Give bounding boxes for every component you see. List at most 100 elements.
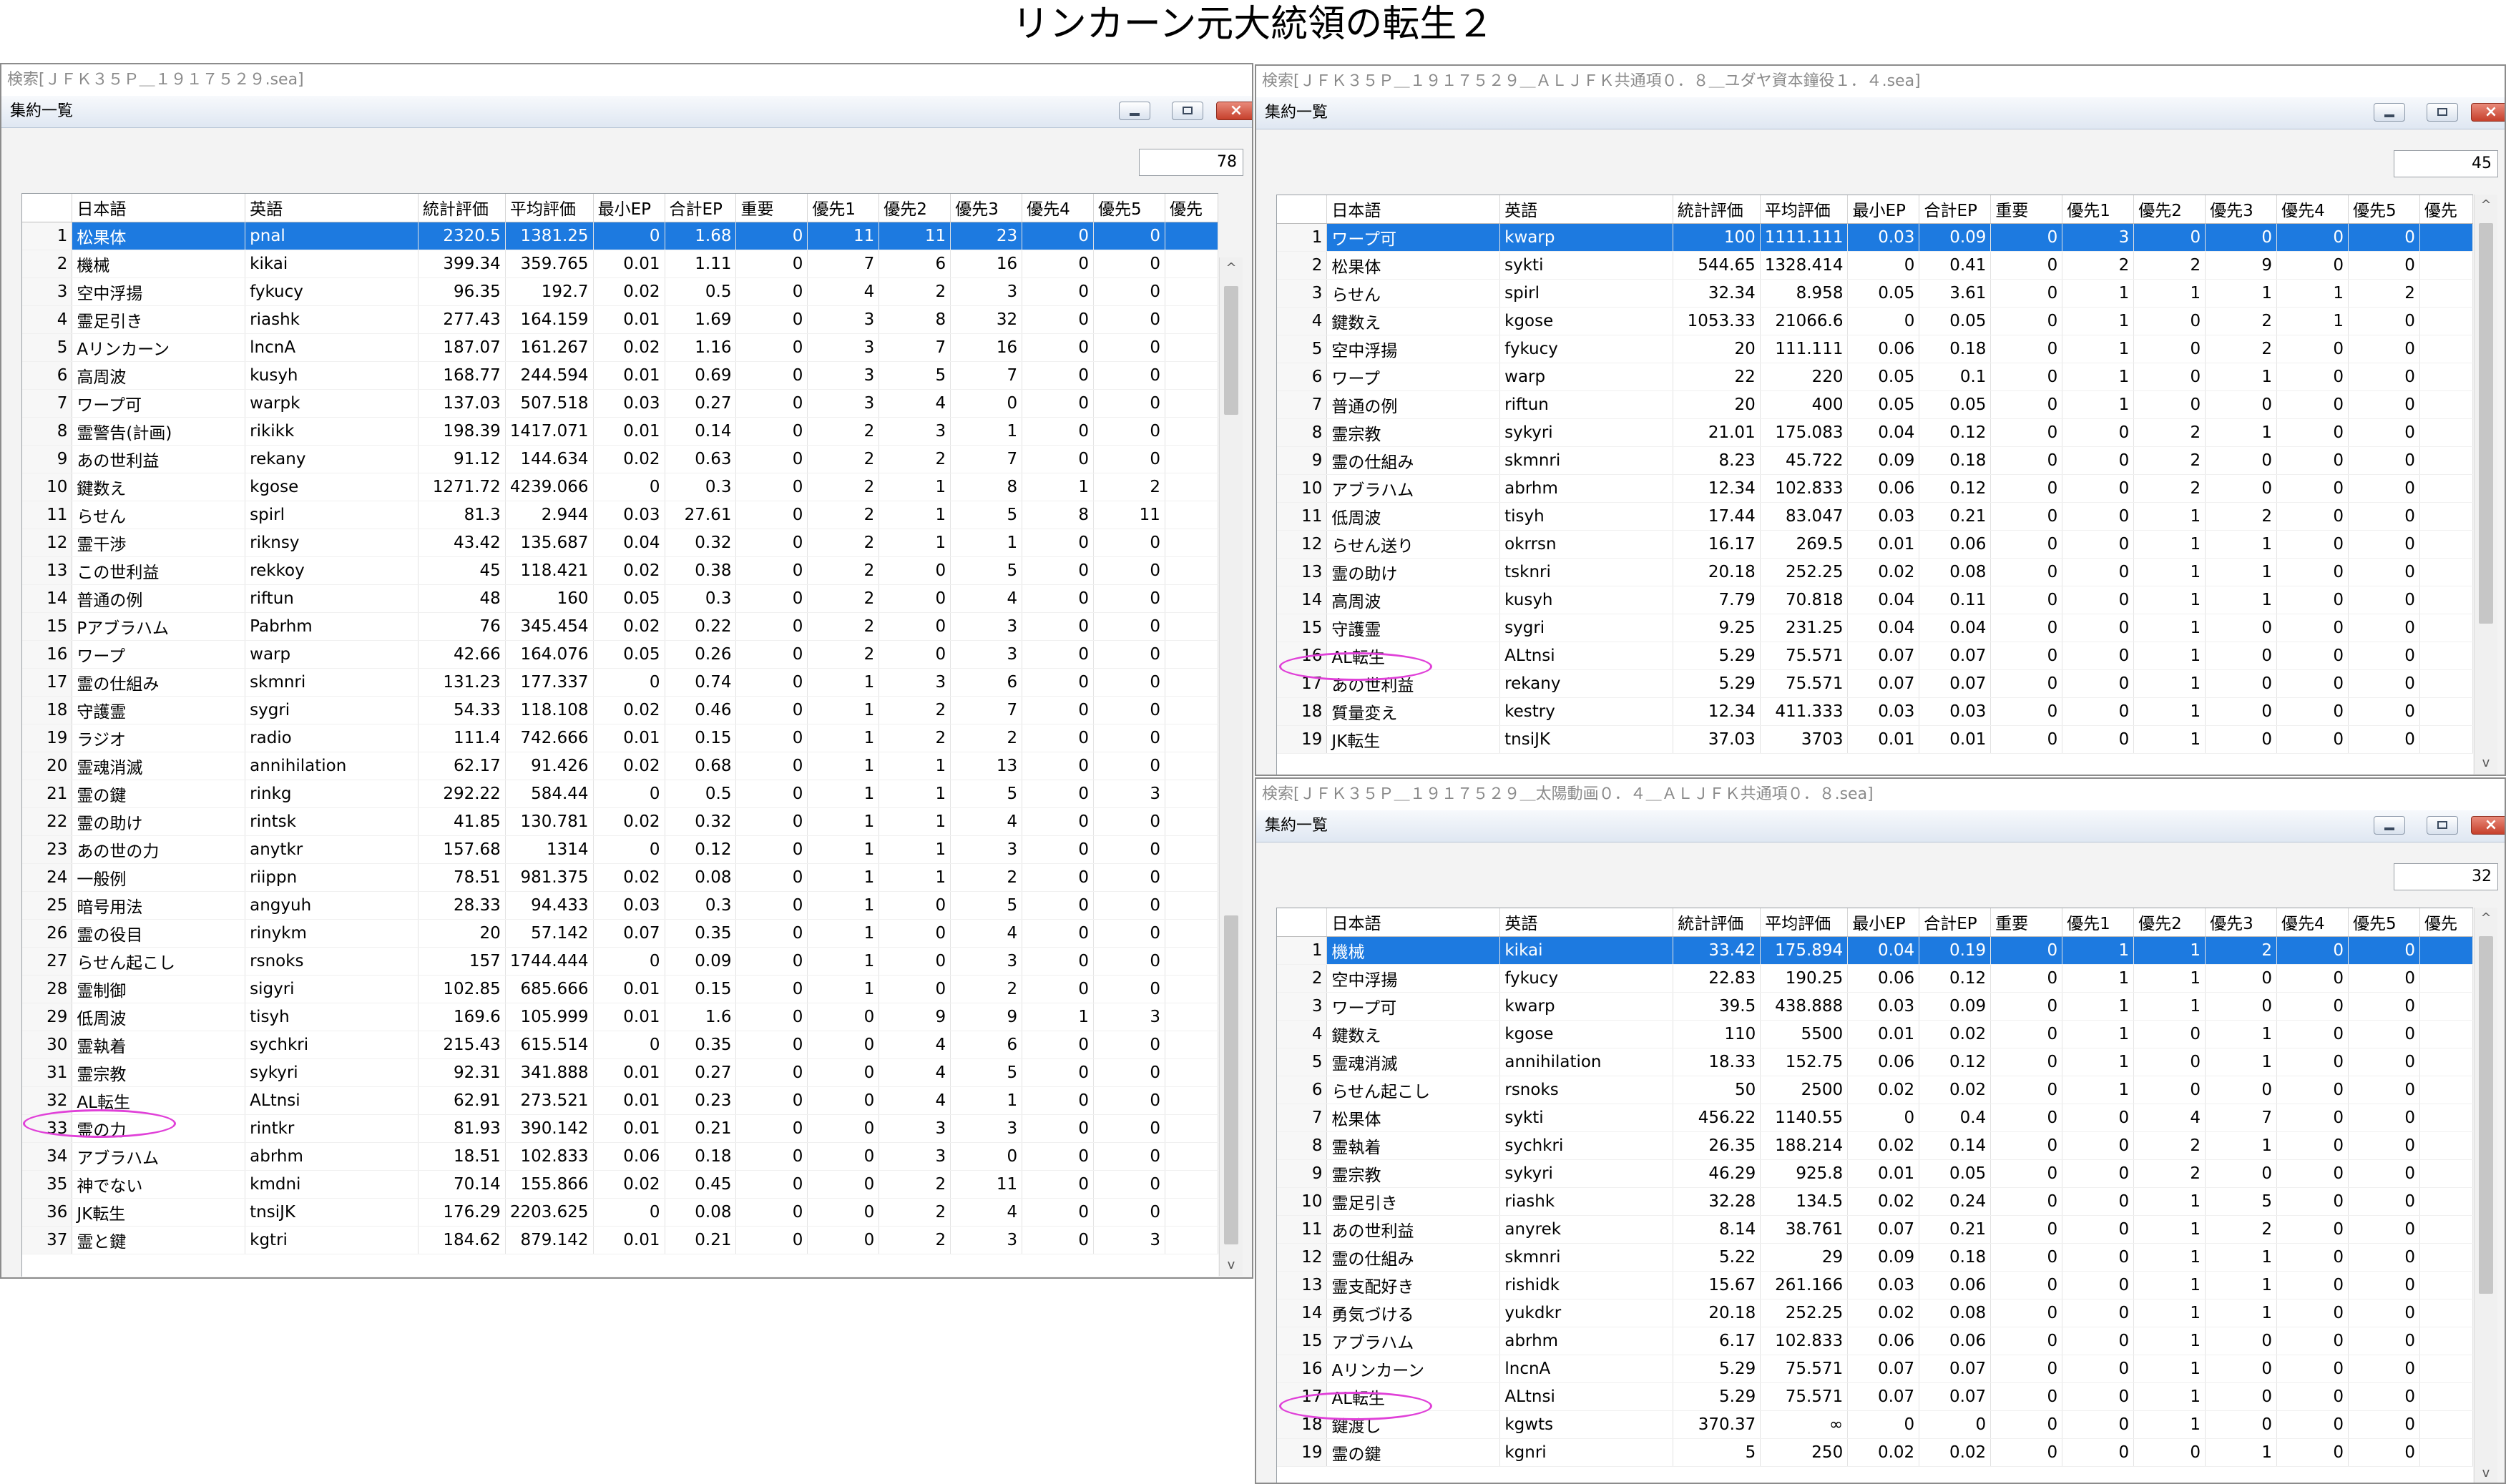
close-button[interactable]: × bbox=[1216, 102, 1252, 120]
table-row[interactable]: 15 アブラハム abrhm 6.17 102.833 0.06 0.06 0 0 1 0 0 0 bbox=[1277, 1327, 2473, 1355]
chevron-down-icon[interactable]: v bbox=[2475, 752, 2497, 774]
table-row[interactable]: 16 ワープ warp 42.66 164.076 0.05 0.26 0 2 0 3 0 0 bbox=[22, 640, 1218, 669]
table-row[interactable]: 33 霊の力 rintkr 81.93 390.142 0.01 0.21 0 0 3 3 0 0 bbox=[22, 1114, 1218, 1143]
column-important-header[interactable]: 重要 bbox=[1990, 908, 2063, 937]
column-priority-5-header[interactable]: 優先5 bbox=[2348, 908, 2420, 937]
column-stat-score-header[interactable]: 統計評価 bbox=[1673, 908, 1761, 937]
column-important-header[interactable]: 重要 bbox=[1990, 195, 2063, 224]
table-row[interactable]: 18 鍵渡し kgwts 370.37 ∞ 0 0 0 0 1 0 0 0 bbox=[1277, 1410, 2473, 1439]
maximize-button[interactable] bbox=[2427, 816, 2458, 835]
minimize-button[interactable] bbox=[2374, 103, 2405, 122]
vertical-scrollbar[interactable]: ^ v bbox=[1219, 257, 1243, 1276]
table-row[interactable]: 26 霊の役目 rinykm 20 57.142 0.07 0.35 0 1 0 4 0 0 bbox=[22, 919, 1218, 948]
close-button[interactable]: × bbox=[2471, 816, 2505, 835]
table-row[interactable]: 29 低周波 tisyh 169.6 105.999 0.01 1.6 0 0 9 9 1 3 bbox=[22, 1003, 1218, 1031]
table-row[interactable]: 17 霊の仕組み skmnri 131.23 177.337 0 0.74 0 1 3 6 0 0 bbox=[22, 668, 1218, 697]
table-row[interactable]: 20 霊魂消滅 annihilation 62.17 91.426 0.02 0.68 0 1 1… bbox=[22, 752, 1218, 780]
column-english-header[interactable]: 英語 bbox=[245, 194, 419, 222]
table-row[interactable]: 14 高周波 kusyh 7.79 70.818 0.04 0.11 0 0 1 1 0 0 bbox=[1277, 586, 2473, 614]
table-row[interactable]: 19 霊の鍵 kgnri 5 250 0.02 0.02 0 0 0 1 0 0 bbox=[1277, 1438, 2473, 1467]
table-row[interactable]: 14 勇気づける yukdkr 20.18 252.25 0.02 0.08 0 0 1 1 0 0 bbox=[1277, 1299, 2473, 1327]
table-row[interactable]: 8 霊宗教 sykyri 21.01 175.083 0.04 0.12 0 0 2 1 0 0 bbox=[1277, 418, 2473, 447]
minimize-button[interactable] bbox=[1119, 102, 1150, 120]
table-row[interactable]: 11 あの世利益 anyrek 8.14 38.761 0.07 0.21 0 0 1 2 0 0 bbox=[1277, 1215, 2473, 1244]
column-priority-header[interactable]: 優先 bbox=[2419, 908, 2473, 937]
column-priority-4-header[interactable]: 優先4 bbox=[2276, 195, 2349, 224]
column-priority-1-header[interactable]: 優先1 bbox=[2062, 908, 2135, 937]
table-row[interactable]: 31 霊宗教 sykyri 92.31 341.888 0.01 0.27 0 0 4 5 0 0 bbox=[22, 1058, 1218, 1087]
column-avg-score-header[interactable]: 平均評価 bbox=[505, 194, 594, 222]
column-min-ep-header[interactable]: 最小EP bbox=[1847, 195, 1920, 224]
table-row[interactable]: 7 普通の例 riftun 20 400 0.05 0.05 0 1 0 0 0 0 bbox=[1277, 390, 2473, 419]
table-row[interactable]: 3 空中浮揚 fykucy 96.35 192.7 0.02 0.5 0 4 2 3 0 0 bbox=[22, 277, 1218, 306]
column-important-header[interactable]: 重要 bbox=[735, 194, 808, 222]
table-row[interactable]: 18 守護霊 sygri 54.33 118.108 0.02 0.46 0 1 2 7 0 0 bbox=[22, 696, 1218, 724]
table-row[interactable]: 10 アブラハム abrhm 12.34 102.833 0.06 0.12 0 0 2 0 0 0 bbox=[1277, 474, 2473, 503]
table-row[interactable]: 8 霊執着 sychkri 26.35 188.214 0.02 0.14 0 0 2 1 0 0 bbox=[1277, 1131, 2473, 1160]
table-row[interactable]: 3 らせん spirl 32.34 8.958 0.05 3.61 0 1 1 1 1 2 bbox=[1277, 279, 2473, 308]
table-row[interactable]: 15 Pアブラハム Pabrhm 76 345.454 0.02 0.22 0 2 0 3 0 0 bbox=[22, 612, 1218, 641]
table-row[interactable]: 14 普通の例 riftun 48 160 0.05 0.3 0 2 0 4 0 0 bbox=[22, 584, 1218, 613]
table-row[interactable]: 21 霊の鍵 rinkg 292.22 584.44 0 0.5 0 1 1 5 0 3 bbox=[22, 780, 1218, 808]
table-row[interactable]: 2 機械 kikai 399.34 359.765 0.01 1.11 0 7 6 16 0 0 bbox=[22, 250, 1218, 278]
column-japanese-header[interactable]: 日本語 bbox=[1326, 908, 1501, 937]
column-stat-score-header[interactable]: 統計評価 bbox=[1673, 195, 1761, 224]
column-total-ep-header[interactable]: 合計EP bbox=[665, 194, 737, 222]
vertical-scrollbar[interactable]: ^ v bbox=[2474, 908, 2497, 1483]
table-row[interactable]: 2 空中浮揚 fykucy 22.83 190.25 0.06 0.12 0 1 1 0 0 0 bbox=[1277, 964, 2473, 993]
table-row[interactable]: 12 らせん送り okrrsn 16.17 269.5 0.01 0.06 0 0 1 1 0 0 bbox=[1277, 530, 2473, 559]
table-row[interactable]: 30 霊執着 sychkri 215.43 615.514 0 0.35 0 0 4 6 0 0 bbox=[22, 1031, 1218, 1059]
table-row[interactable]: 2 松果体 sykti 544.65 1328.414 0 0.41 0 2 2 9 0 0 bbox=[1277, 251, 2473, 280]
column-priority-4-header[interactable]: 優先4 bbox=[2276, 908, 2349, 937]
minimize-button[interactable] bbox=[2374, 816, 2405, 835]
table-row[interactable]: 10 鍵数え kgose 1271.72 4239.066 0 0.3 0 2 1 8 1 2 bbox=[22, 473, 1218, 501]
table-row[interactable]: 11 低周波 tisyh 17.44 83.047 0.03 0.21 0 0 1 2 0 0 bbox=[1277, 502, 2473, 531]
scroll-thumb[interactable] bbox=[1224, 915, 1238, 1244]
column-priority-4-header[interactable]: 優先4 bbox=[1022, 194, 1095, 222]
table-row[interactable]: 24 一般例 riippn 78.51 981.375 0.02 0.08 0 1 1 2 0 0 bbox=[22, 863, 1218, 892]
table-row[interactable]: 32 AL転生 ALtnsi 62.91 273.521 0.01 0.23 0 0 4 1 0 0 bbox=[22, 1086, 1218, 1115]
column-stat-score-header[interactable]: 統計評価 bbox=[418, 194, 506, 222]
column-english-header[interactable]: 英語 bbox=[1499, 908, 1674, 937]
table-row[interactable]: 6 ワープ warp 22 220 0.05 0.1 0 1 0 1 0 0 bbox=[1277, 363, 2473, 391]
table-row[interactable]: 17 あの世利益 rekany 5.29 75.571 0.07 0.07 0 0 1 0 0 0 bbox=[1277, 669, 2473, 698]
table-row[interactable]: 23 あの世の力 anytkr 157.68 1314 0 0.12 0 1 1 3 0 0 bbox=[22, 835, 1218, 864]
table-row[interactable]: 7 松果体 sykti 456.22 1140.55 0 0.4 0 0 4 7 0 0 bbox=[1277, 1104, 2473, 1132]
table-row[interactable]: 8 霊警告(計画) rikikk 198.39 1417.071 0.01 0.14 0 2 3 1… bbox=[22, 417, 1218, 446]
table-row[interactable]: 28 霊制御 sigyri 102.85 685.666 0.01 0.15 0 1 0 2 0 0 bbox=[22, 975, 1218, 1003]
column-priority-3-header[interactable]: 優先3 bbox=[950, 194, 1023, 222]
table-row[interactable]: 36 JK転生 tnsiJK 176.29 2203.625 0 0.08 0 0 2 4 0 0 bbox=[22, 1198, 1218, 1227]
column-total-ep-header[interactable]: 合計EP bbox=[1919, 908, 1992, 937]
table-row[interactable]: 19 JK転生 tnsiJK 37.03 3703 0.01 0.01 0 0 1 0 0 0 bbox=[1277, 725, 2473, 754]
table-row[interactable]: 25 暗号用法 angyuh 28.33 94.433 0.03 0.3 0 1 0 5 0 0 bbox=[22, 891, 1218, 920]
chevron-up-icon[interactable]: ^ bbox=[2475, 908, 2497, 929]
table-row[interactable]: 5 霊魂消滅 annihilation 18.33 152.75 0.06 0.12 0 1 0 1… bbox=[1277, 1048, 2473, 1076]
table-row[interactable]: 1 松果体 pnal 2320.5 1381.25 0 1.68 0 11 11 23 0 0 bbox=[22, 222, 1218, 250]
close-button[interactable]: × bbox=[2471, 103, 2505, 122]
table-row[interactable]: 4 鍵数え kgose 1053.33 21066.6 0 0.05 0 1 0 2 1 0 bbox=[1277, 307, 2473, 335]
table-row[interactable]: 6 らせん起こし rsnoks 50 2500 0.02 0.02 0 1 0 0 0 0 bbox=[1277, 1076, 2473, 1104]
column-avg-score-header[interactable]: 平均評価 bbox=[1760, 195, 1849, 224]
table-row[interactable]: 12 霊の仕組み skmnri 5.22 29 0.09 0.18 0 0 1 1 0 0 bbox=[1277, 1243, 2473, 1272]
table-row[interactable]: 13 霊支配好き rishidk 15.67 261.166 0.03 0.06 0 0 1 1 0 0 bbox=[1277, 1271, 2473, 1299]
column-japanese-header[interactable]: 日本語 bbox=[1326, 195, 1501, 224]
column-priority-2-header[interactable]: 優先2 bbox=[2133, 195, 2206, 224]
chevron-up-icon[interactable]: ^ bbox=[1220, 257, 1243, 279]
maximize-button[interactable] bbox=[2427, 103, 2458, 122]
chevron-down-icon[interactable]: v bbox=[1220, 1254, 1243, 1276]
column-min-ep-header[interactable]: 最小EP bbox=[593, 194, 665, 222]
table-row[interactable]: 7 ワープ可 warpk 137.03 507.518 0.03 0.27 0 3 4 0 0 0 bbox=[22, 389, 1218, 418]
column-priority-1-header[interactable]: 優先1 bbox=[2062, 195, 2135, 224]
table-row[interactable]: 11 らせん spirl 81.3 2.944 0.03 27.61 0 2 1 5 8 11 bbox=[22, 501, 1218, 529]
table-row[interactable]: 18 質量変え kestry 12.34 411.333 0.03 0.03 0 0 1 0 0 0 bbox=[1277, 697, 2473, 726]
table-row[interactable]: 5 空中浮揚 fykucy 20 111.111 0.06 0.18 0 1 0 2 0 0 bbox=[1277, 335, 2473, 363]
column-avg-score-header[interactable]: 平均評価 bbox=[1760, 908, 1849, 937]
table-row[interactable]: 13 この世利益 rekkoy 45 118.421 0.02 0.38 0 2 0 5 0 0 bbox=[22, 556, 1218, 585]
table-row[interactable]: 19 ラジオ radio 111.4 742.666 0.01 0.15 0 1 2 2 0 0 bbox=[22, 724, 1218, 752]
column-japanese-header[interactable]: 日本語 bbox=[72, 194, 246, 222]
table-row[interactable]: 10 霊足引き riashk 32.28 134.5 0.02 0.24 0 0 1 5 0 0 bbox=[1277, 1187, 2473, 1216]
table-row[interactable]: 9 霊の仕組み skmnri 8.23 45.722 0.09 0.18 0 0 2 0 0 0 bbox=[1277, 446, 2473, 475]
table-row[interactable]: 9 あの世利益 rekany 91.12 144.634 0.02 0.63 0 2 2 7 0 0 bbox=[22, 445, 1218, 473]
table-row[interactable]: 3 ワープ可 kwarp 39.5 438.888 0.03 0.09 0 1 1 0 0 0 bbox=[1277, 992, 2473, 1021]
table-row[interactable]: 15 守護霊 sygri 9.25 231.25 0.04 0.04 0 0 1 0 0 0 bbox=[1277, 614, 2473, 642]
